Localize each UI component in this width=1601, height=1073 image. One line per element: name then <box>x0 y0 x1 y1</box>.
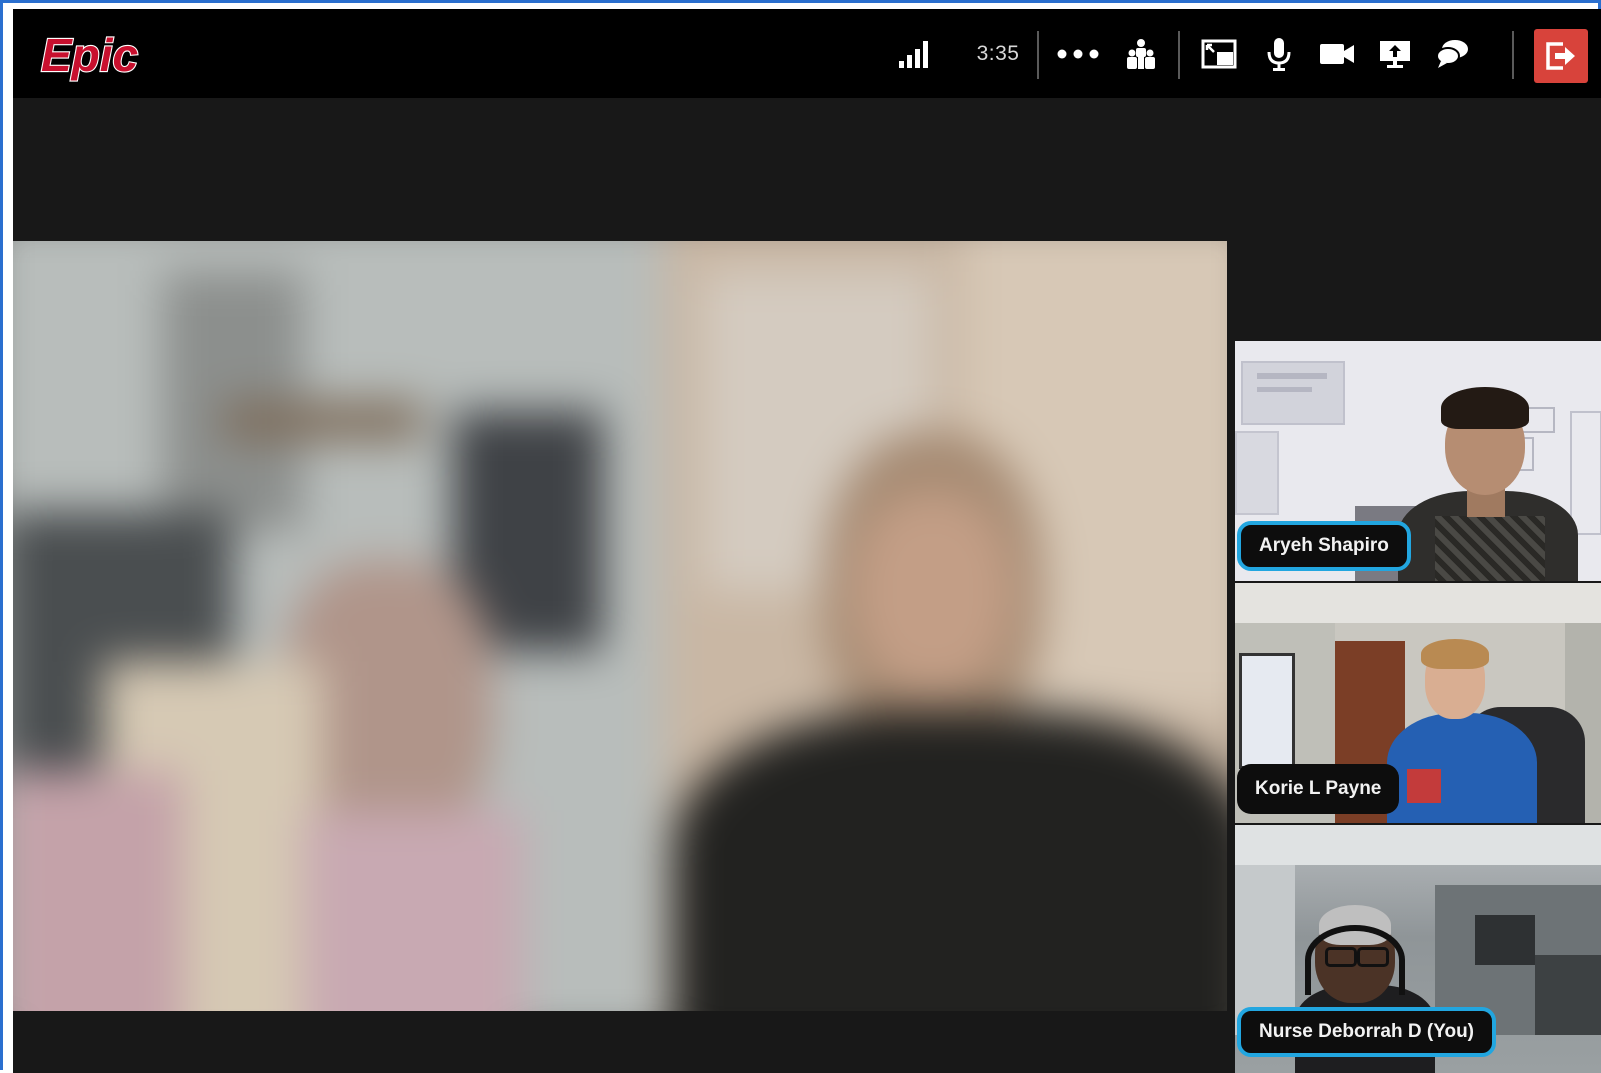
leave-call-button[interactable] <box>1534 29 1588 83</box>
participant-tile[interactable]: Aryeh Shapiro <box>1235 341 1601 581</box>
participant-name: Korie L Payne <box>1255 778 1382 799</box>
signal-strength-icon[interactable] <box>895 9 935 98</box>
timer-text: 3:35 <box>976 41 1020 65</box>
toolbar-divider <box>1512 31 1514 79</box>
svg-text:Epic: Epic <box>41 29 138 81</box>
call-timer: 3:35 <box>968 9 1028 98</box>
camera-icon[interactable] <box>1315 9 1359 98</box>
video-visit-app: Epic 3:35 Aryeh Shapiro Korie L Payne Nu… <box>13 9 1601 1073</box>
toolbar-divider <box>1037 31 1039 79</box>
participant-name: Nurse Deborrah D (You) <box>1259 1021 1475 1042</box>
participant-tile[interactable]: Korie L Payne <box>1235 583 1601 823</box>
toolbar: Epic 3:35 <box>13 9 1601 98</box>
participant-name-badge: Korie L Payne <box>1237 764 1400 814</box>
participants-icon[interactable] <box>1119 9 1163 98</box>
more-options-icon[interactable] <box>1053 9 1103 98</box>
microphone-icon[interactable] <box>1259 9 1299 98</box>
participant-name-badge: Aryeh Shapiro <box>1237 521 1411 571</box>
leave-call-icon <box>1546 42 1575 70</box>
window-frame: Epic 3:35 Aryeh Shapiro Korie L Payne Nu… <box>0 0 1601 1073</box>
toolbar-divider <box>1178 31 1180 79</box>
chat-icon[interactable] <box>1431 9 1475 98</box>
participant-name: Aryeh Shapiro <box>1259 535 1389 556</box>
participant-name-badge: Nurse Deborrah D (You) <box>1237 1007 1497 1057</box>
layout-icon[interactable] <box>1197 9 1241 98</box>
main-video-feed <box>13 241 1227 1011</box>
epic-logo: Epic <box>40 28 139 82</box>
share-screen-icon[interactable] <box>1373 9 1417 98</box>
participant-tile[interactable]: Nurse Deborrah D (You) <box>1235 825 1601 1073</box>
